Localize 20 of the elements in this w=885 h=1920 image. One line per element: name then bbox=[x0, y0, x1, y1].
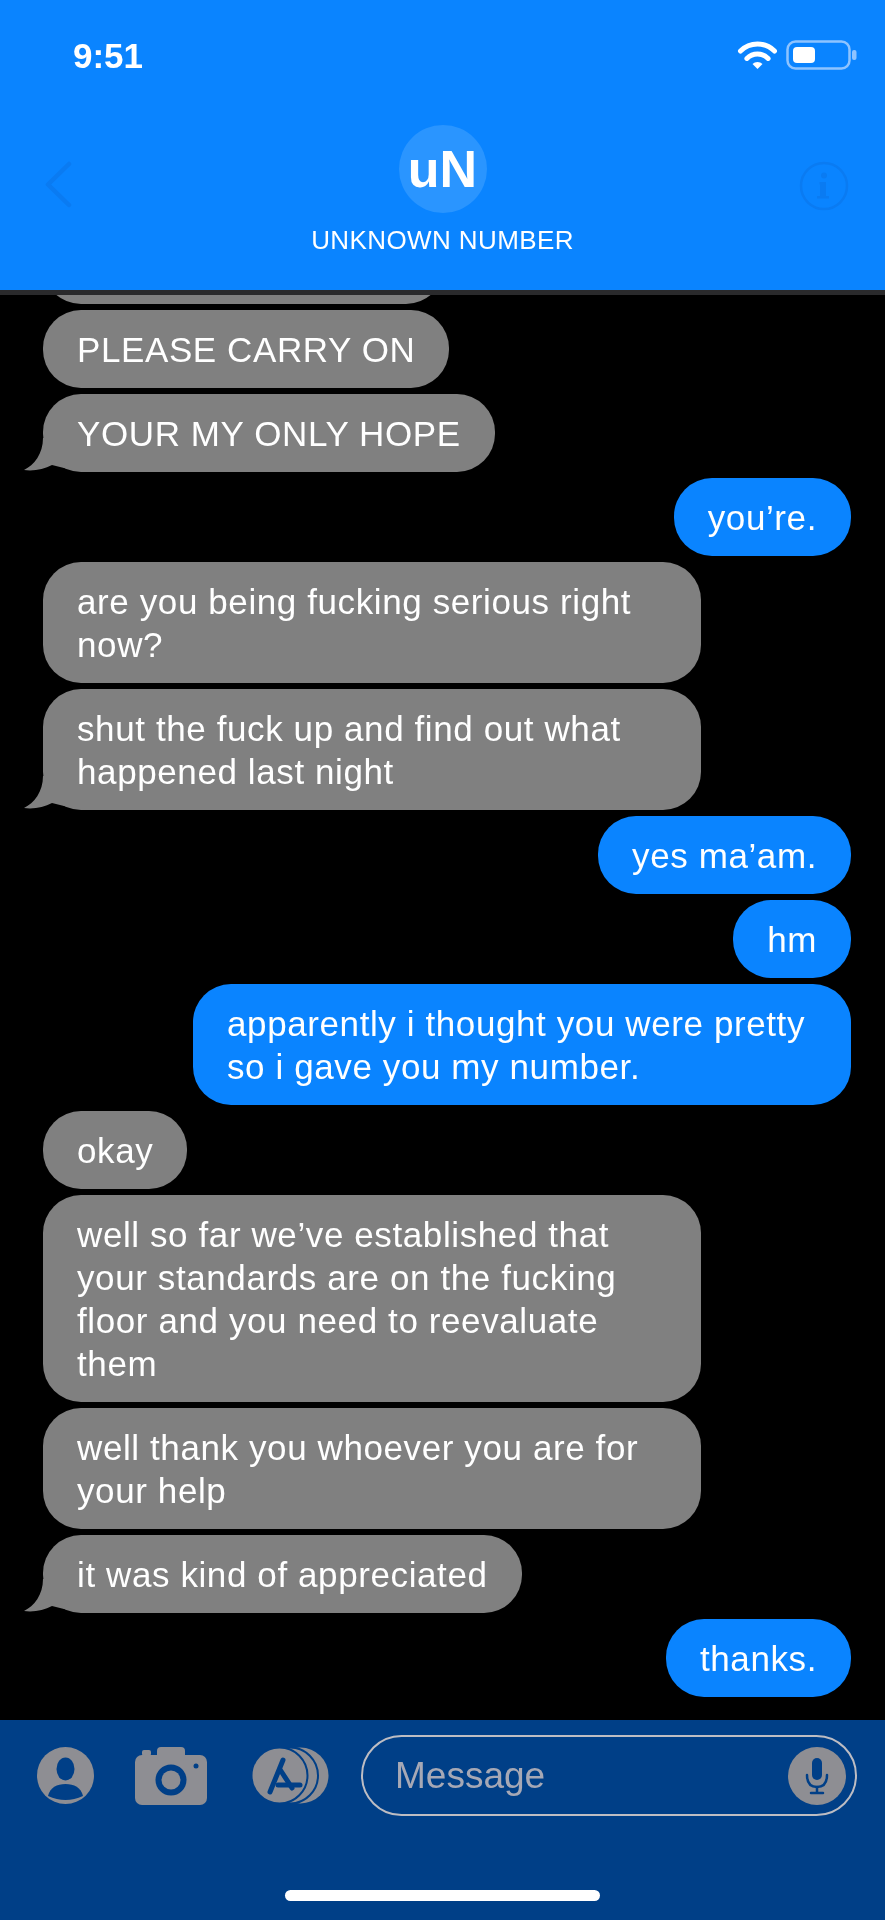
sent-message-bubble: hm bbox=[733, 900, 851, 978]
received-message-bubble: well thank you whoever you are for your help bbox=[43, 1408, 701, 1529]
contact-name: UNKNOWN NUMBER bbox=[311, 225, 574, 256]
status-bar-time: 9:51 bbox=[73, 37, 144, 73]
microphone-icon[interactable] bbox=[788, 1747, 846, 1805]
sent-message-bubble: you’re. bbox=[673, 478, 851, 556]
battery-icon bbox=[786, 40, 857, 70]
apps-icon[interactable] bbox=[251, 1747, 329, 1804]
message-input-field[interactable]: Message bbox=[361, 1735, 857, 1816]
sent-message-bubble: thanks. bbox=[665, 1619, 851, 1697]
received-message-bubble: are you being fucking serious right now? bbox=[43, 562, 701, 683]
sent-message-bubble: yes ma’am. bbox=[598, 816, 851, 894]
person-icon[interactable] bbox=[37, 1747, 94, 1804]
camera-icon[interactable] bbox=[135, 1746, 207, 1805]
received-message-bubble: PLEASE CARRY ON bbox=[43, 310, 450, 388]
sent-message-bubble: apparently i thought you were pretty so i gave you my number. bbox=[193, 984, 851, 1105]
received-message-bubble: okay bbox=[43, 1111, 188, 1189]
wifi-icon bbox=[736, 40, 779, 70]
received-message-bubble: well so far we’ve established that your standards are on the fucking floor and you need to reevaluate them bbox=[43, 1195, 701, 1402]
contact-avatar[interactable]: uN bbox=[398, 125, 487, 213]
